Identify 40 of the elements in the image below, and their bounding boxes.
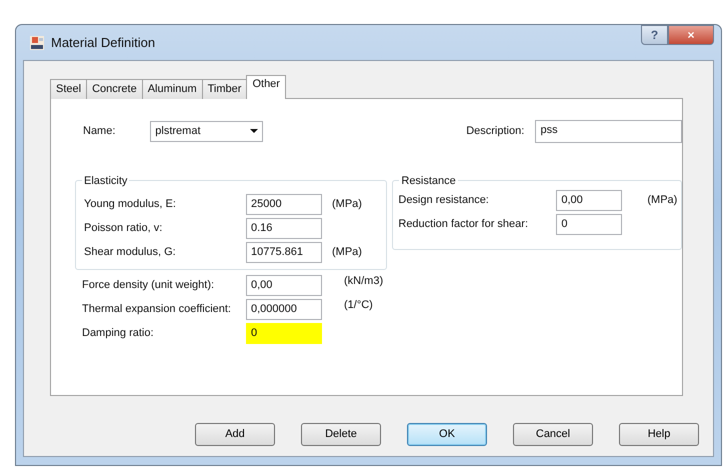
group-title: Elasticity (82, 173, 130, 190)
field-label: Thermal expansion coefficient: (82, 302, 232, 317)
input-field[interactable]: 0,00 (556, 190, 622, 210)
input-field[interactable]: 0 (246, 322, 322, 344)
field-label: Description: (466, 124, 526, 139)
help-button[interactable]: ? (641, 25, 668, 45)
dialog-button[interactable]: OK (407, 423, 487, 446)
input-field[interactable]: 0,000000 (246, 298, 322, 320)
input-field[interactable]: 10775.861 (246, 242, 322, 262)
tab[interactable]: Other (246, 75, 286, 99)
name-dropdown[interactable]: plstremat (150, 120, 264, 142)
dialog-button[interactable]: Cancel (513, 423, 593, 446)
field-label: Reduction factor for shear: (398, 216, 529, 232)
unit-label: (MPa) (332, 244, 362, 260)
dialog-button[interactable]: Delete (301, 423, 381, 446)
unit-label: (1/°C) (344, 298, 373, 313)
dialog-button[interactable]: Add (195, 423, 275, 446)
description-field[interactable]: pss (535, 120, 682, 142)
field-label: Force density (unit weight): (82, 278, 216, 293)
caret-icon (250, 129, 258, 133)
unit-label: (MPa) (647, 192, 678, 208)
field-label: Damping ratio: (82, 326, 155, 341)
unit-label: (kN/m3) (344, 274, 384, 289)
window-title: Material Definition (51, 34, 156, 52)
input-field[interactable]: 0 (556, 214, 622, 234)
tab[interactable]: Steel (50, 79, 88, 99)
field-label: Shear modulus, G: (84, 244, 177, 260)
field-label: Design resistance: (398, 192, 490, 208)
field-label: Name: (83, 124, 116, 139)
app-icon (29, 34, 45, 50)
unit-label: (MPa) (332, 196, 362, 212)
tab[interactable]: Timber (202, 79, 248, 99)
tab[interactable]: Concrete (86, 79, 143, 99)
tab[interactable]: Aluminum (142, 79, 203, 99)
field-label: Poisson ratio, v: (84, 220, 164, 236)
input-field[interactable]: 0,00 (246, 274, 322, 296)
input-field[interactable]: 0.16 (246, 218, 322, 238)
input-field[interactable]: 25000 (246, 194, 322, 214)
field-label: Young modulus, E: (84, 196, 177, 212)
dialog-button[interactable]: Help (619, 423, 699, 446)
